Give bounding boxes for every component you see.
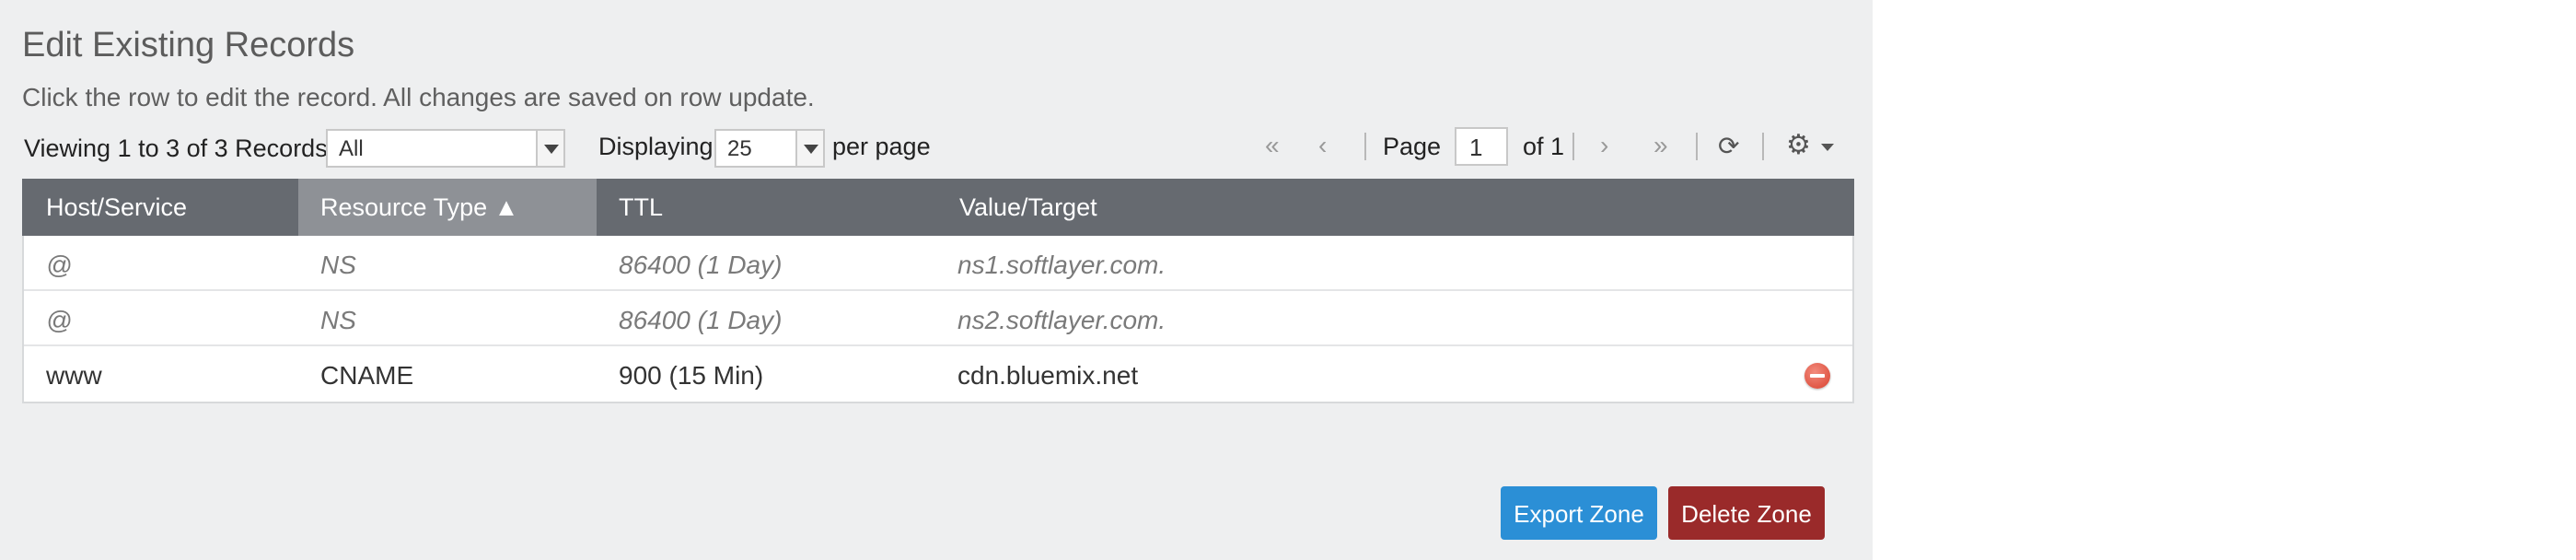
prev-page-icon[interactable]: ‹ (1318, 131, 1327, 160)
pager-divider (1364, 133, 1366, 160)
pager-divider (1696, 133, 1698, 160)
column-header-resource-type[interactable]: Resource Type ▲ (298, 179, 597, 236)
records-panel: Edit Existing Records Click the row to e… (0, 0, 1873, 560)
chevron-down-icon[interactable] (795, 131, 823, 166)
grid-toolbar: Viewing 1 to 3 of 3 Records All Displayi… (0, 123, 1873, 171)
gear-icon[interactable]: ⚙ (1786, 129, 1811, 161)
ttl-cell: 900 (15 Min) (619, 361, 764, 390)
table-header: Host/Service Resource Type ▲ TTL Value/T… (22, 179, 1854, 236)
value-cell: ns1.softlayer.com. (957, 251, 1166, 279)
dropdown-caret-icon[interactable] (1821, 144, 1834, 151)
table-row[interactable]: @ NS 86400 (1 Day) ns1.softlayer.com. (24, 236, 1852, 291)
displaying-label: Displaying (598, 133, 714, 160)
pager-divider (1762, 133, 1764, 160)
type-cell: NS (320, 251, 356, 279)
instructions-text: Click the row to edit the record. All ch… (22, 83, 815, 111)
ttl-cell: 86400 (1 Day) (619, 251, 783, 279)
column-header-ttl[interactable]: TTL (597, 179, 935, 236)
type-cell: CNAME (320, 361, 414, 390)
delete-zone-button[interactable]: Delete Zone (1668, 486, 1825, 540)
chevron-down-icon[interactable] (536, 131, 563, 166)
record-type-filter[interactable]: All (326, 129, 565, 168)
type-cell: NS (320, 306, 356, 334)
host-cell: @ (46, 306, 73, 334)
delete-record-icon[interactable] (1804, 363, 1830, 389)
first-page-icon[interactable]: « (1265, 131, 1280, 160)
pager-divider (1572, 133, 1574, 160)
page-number-input[interactable]: 1 (1455, 127, 1508, 166)
page-title: Edit Existing Records (22, 26, 355, 64)
value-cell: cdn.bluemix.net (957, 361, 1139, 390)
per-page-select[interactable]: 25 (714, 129, 825, 168)
record-type-filter-value: All (339, 136, 364, 161)
per-page-value: 25 (727, 136, 752, 161)
column-header-value[interactable]: Value/Target (935, 179, 1764, 236)
last-page-icon[interactable]: » (1654, 131, 1668, 160)
per-page-label: per page (832, 133, 931, 160)
ttl-cell: 86400 (1 Day) (619, 306, 783, 334)
host-cell: www (46, 361, 102, 390)
value-cell: ns2.softlayer.com. (957, 306, 1166, 334)
refresh-icon[interactable]: ⟳ (1718, 131, 1739, 161)
table-row[interactable]: www CNAME 900 (15 Min) cdn.bluemix.net (24, 346, 1852, 402)
table-row[interactable]: @ NS 86400 (1 Day) ns2.softlayer.com. (24, 291, 1852, 346)
column-header-host[interactable]: Host/Service (22, 179, 298, 236)
host-cell: @ (46, 251, 73, 279)
records-table: Host/Service Resource Type ▲ TTL Value/T… (22, 179, 1854, 403)
viewing-count: Viewing 1 to 3 of 3 Records (24, 134, 328, 162)
export-zone-button[interactable]: Export Zone (1501, 486, 1657, 540)
next-page-icon[interactable]: › (1600, 131, 1608, 160)
page-label: Page (1383, 133, 1442, 160)
page-count: of 1 (1523, 133, 1565, 160)
